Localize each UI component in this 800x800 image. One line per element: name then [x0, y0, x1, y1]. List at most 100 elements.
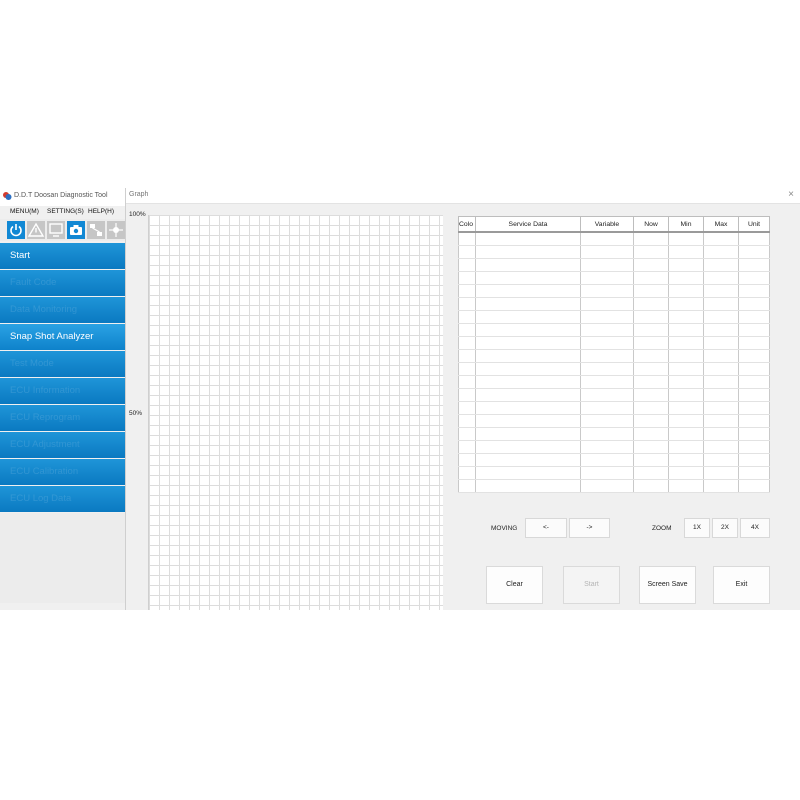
- table-row[interactable]: [458, 310, 770, 324]
- table-row[interactable]: [458, 232, 770, 246]
- table-row[interactable]: [458, 440, 770, 454]
- table-row[interactable]: [458, 258, 770, 272]
- nav-ecu-reprogram[interactable]: ECU Reprogram: [0, 405, 126, 431]
- table-cell: [475, 440, 581, 454]
- table-cell: [475, 323, 581, 337]
- menu-menu[interactable]: MENU(M): [10, 208, 39, 215]
- table-cell: [738, 427, 770, 441]
- nav-snap-shot-analyzer[interactable]: Snap Shot Analyzer: [0, 324, 126, 350]
- nav-ecu-adjustment[interactable]: ECU Adjustment: [0, 432, 126, 458]
- app-title-bar: D.D.T Doosan Diagnostic Tool: [0, 188, 126, 206]
- table-cell: [738, 284, 770, 298]
- close-icon[interactable]: ×: [788, 189, 794, 200]
- table-cell: [703, 375, 739, 389]
- table-cell: [580, 401, 634, 415]
- table-row[interactable]: [458, 336, 770, 350]
- table-cell: [668, 479, 704, 493]
- table-row[interactable]: [458, 388, 770, 402]
- table-row[interactable]: [458, 297, 770, 311]
- menu-help[interactable]: HELP(H): [88, 208, 114, 215]
- table-cell: [580, 310, 634, 324]
- camera-icon[interactable]: [67, 221, 85, 239]
- nav-label: ECU Log Data: [10, 493, 72, 504]
- exit-button[interactable]: Exit: [713, 566, 770, 604]
- table-cell: [475, 362, 581, 376]
- nav-start[interactable]: Start: [0, 243, 126, 269]
- table-cell: [668, 349, 704, 363]
- move-right-button[interactable]: ->: [569, 518, 610, 538]
- column-header-service-data[interactable]: Service Data: [475, 216, 581, 233]
- table-cell: [475, 258, 581, 272]
- table-row[interactable]: [458, 284, 770, 298]
- nav-test-mode[interactable]: Test Mode: [0, 351, 126, 377]
- nav-ecu-information[interactable]: ECU Information: [0, 378, 126, 404]
- table-row[interactable]: [458, 375, 770, 389]
- table-cell: [668, 440, 704, 454]
- table-row[interactable]: [458, 401, 770, 415]
- zoom-2x-button[interactable]: 2X: [712, 518, 738, 538]
- table-row[interactable]: [458, 271, 770, 285]
- table-row[interactable]: [458, 453, 770, 467]
- zoom-4x-button[interactable]: 4X: [740, 518, 770, 538]
- table-cell: [475, 388, 581, 402]
- column-header-variable[interactable]: Variable: [580, 216, 634, 233]
- monitor-icon[interactable]: [47, 221, 65, 239]
- table-cell: [633, 479, 669, 493]
- table-cell: [633, 388, 669, 402]
- table-cell: [475, 375, 581, 389]
- nav-fault-code[interactable]: Fault Code: [0, 270, 126, 296]
- table-cell: [580, 440, 634, 454]
- nav-data-monitoring[interactable]: Data Monitoring: [0, 297, 126, 323]
- table-cell: [458, 245, 476, 259]
- table-row[interactable]: [458, 427, 770, 441]
- network-icon[interactable]: [87, 221, 105, 239]
- move-left-button[interactable]: <-: [525, 518, 567, 538]
- table-cell: [475, 336, 581, 350]
- column-header-now[interactable]: Now: [633, 216, 669, 233]
- table-row[interactable]: [458, 349, 770, 363]
- column-header-color[interactable]: Colo: [458, 216, 476, 233]
- graph-plot-area[interactable]: [148, 215, 443, 610]
- table-cell: [580, 414, 634, 428]
- nav-ecu-calibration[interactable]: ECU Calibration: [0, 459, 126, 485]
- menu-setting[interactable]: SETTING(S): [47, 208, 84, 215]
- table-cell: [458, 232, 476, 246]
- column-header-min[interactable]: Min: [668, 216, 704, 233]
- table-row[interactable]: [458, 466, 770, 480]
- table-row[interactable]: [458, 323, 770, 337]
- table-cell: [738, 349, 770, 363]
- clear-button[interactable]: Clear: [486, 566, 543, 604]
- table-cell: [633, 453, 669, 467]
- table-cell: [668, 375, 704, 389]
- screen-save-button[interactable]: Screen Save: [639, 566, 696, 604]
- table-cell: [738, 362, 770, 376]
- column-header-unit[interactable]: Unit: [738, 216, 770, 233]
- table-row[interactable]: [458, 479, 770, 493]
- nav-ecu-log-data[interactable]: ECU Log Data: [0, 486, 126, 512]
- warning-icon[interactable]: [27, 221, 45, 239]
- table-cell: [580, 388, 634, 402]
- table-cell: [738, 401, 770, 415]
- start-button[interactable]: Start: [563, 566, 620, 604]
- app-title: D.D.T Doosan Diagnostic Tool: [14, 192, 108, 199]
- table-cell: [738, 440, 770, 454]
- table-row[interactable]: [458, 245, 770, 259]
- nav-label: ECU Calibration: [10, 466, 79, 477]
- table-cell: [580, 271, 634, 285]
- nav-label: ECU Information: [10, 385, 81, 396]
- table-cell: [668, 414, 704, 428]
- table-cell: [580, 453, 634, 467]
- table-row[interactable]: [458, 414, 770, 428]
- table-cell: [633, 336, 669, 350]
- nav-label: Snap Shot Analyzer: [10, 331, 94, 342]
- table-cell: [738, 388, 770, 402]
- table-cell: [703, 284, 739, 298]
- table-cell: [633, 414, 669, 428]
- table-cell: [738, 232, 770, 246]
- zoom-1x-button[interactable]: 1X: [684, 518, 710, 538]
- table-cell: [458, 323, 476, 337]
- table-row[interactable]: [458, 362, 770, 376]
- column-header-max[interactable]: Max: [703, 216, 739, 233]
- power-icon[interactable]: [7, 221, 25, 239]
- settings-network-icon[interactable]: [107, 221, 125, 239]
